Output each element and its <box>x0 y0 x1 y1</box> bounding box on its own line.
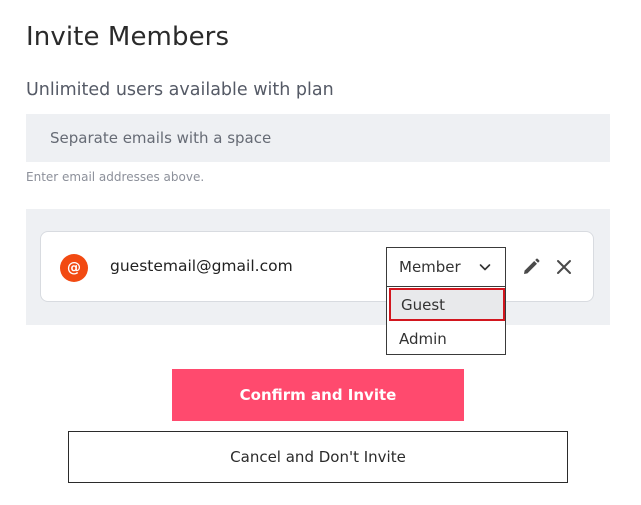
chevron-down-icon <box>479 264 491 271</box>
invitee-email: guestemail@gmail.com <box>110 257 293 275</box>
pencil-icon[interactable] <box>521 257 541 277</box>
plan-subtitle: Unlimited users available with plan <box>26 80 334 100</box>
page-title: Invite Members <box>26 22 230 52</box>
invitee-panel: @ guestemail@gmail.com Member <box>26 209 610 325</box>
role-option-admin[interactable]: Admin <box>387 322 505 356</box>
email-hint: Enter email addresses above. <box>26 170 205 184</box>
role-select-value: Member <box>399 258 461 276</box>
close-icon[interactable] <box>555 258 573 276</box>
role-dropdown-menu: Guest Admin <box>386 286 506 355</box>
avatar: @ <box>60 254 88 282</box>
role-select[interactable]: Member <box>386 247 506 287</box>
cancel-invite-button[interactable]: Cancel and Don't Invite <box>68 431 568 483</box>
confirm-invite-button[interactable]: Confirm and Invite <box>172 369 464 421</box>
invitee-card: @ guestemail@gmail.com Member <box>40 231 594 302</box>
email-input[interactable] <box>26 114 610 162</box>
role-option-guest[interactable]: Guest <box>389 288 505 321</box>
